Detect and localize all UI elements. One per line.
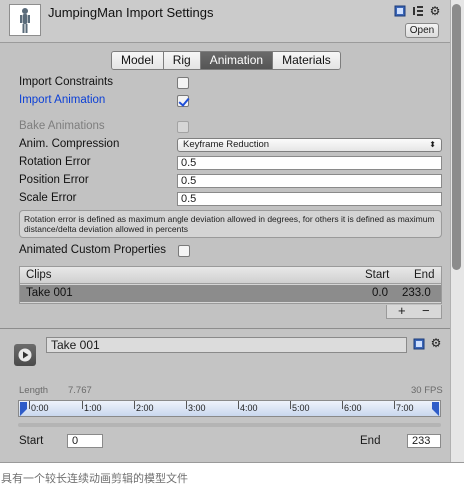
fps-label: 30 FPS	[411, 385, 443, 396]
import-constraints-label: Import Constraints	[19, 76, 113, 88]
scrollbar-thumb[interactable]	[452, 4, 461, 270]
timeline-tick	[290, 401, 291, 409]
clip-row[interactable]: Take 001 0.0 233.0	[20, 285, 441, 302]
scale-error-label: Scale Error	[19, 192, 77, 204]
timeline-label: 1:00	[84, 403, 102, 413]
timeline-label: 2:00	[136, 403, 154, 413]
animated-custom-properties-label: Animated Custom Properties	[19, 244, 167, 256]
timeline-tick	[394, 401, 395, 409]
end-frame-field[interactable]: 233	[407, 434, 441, 448]
position-error-label: Position Error	[19, 174, 89, 186]
import-constraints-checkbox[interactable]	[177, 77, 189, 89]
clip-start: 0.0	[372, 287, 388, 299]
timeline-label: 7:00	[396, 403, 414, 413]
start-label: Start	[19, 435, 44, 447]
anim-compression-dropdown[interactable]: Keyframe Reduction ⬍	[177, 138, 442, 152]
model-thumbnail	[9, 4, 41, 36]
import-animation-checkbox[interactable]	[177, 95, 189, 107]
tab-bar: Model Rig Animation Materials	[111, 51, 341, 70]
start-marker-icon[interactable]	[20, 402, 28, 416]
tab-materials[interactable]: Materials	[273, 52, 340, 69]
animated-custom-properties-checkbox[interactable]	[178, 245, 190, 257]
open-button[interactable]: Open	[405, 23, 439, 38]
inspector-title: JumpingMan Import Settings	[48, 5, 214, 20]
clips-header-end: End	[414, 269, 435, 281]
rotation-error-field[interactable]: 0.5	[177, 156, 442, 170]
timeline-label: 6:00	[344, 403, 362, 413]
rotation-error-label: Rotation Error	[19, 156, 91, 168]
length-value: 7.767	[68, 385, 92, 396]
clips-list: Clips Start End Take 001 0.0 233.0	[19, 266, 442, 304]
timeline-tick	[342, 401, 343, 409]
timeline-scrollbar[interactable]	[18, 423, 441, 427]
remove-clip-button[interactable]: −	[422, 304, 430, 317]
tab-model[interactable]: Model	[112, 52, 164, 69]
start-frame-field[interactable]: 0	[67, 434, 103, 448]
timeline-label: 3:00	[188, 403, 206, 413]
clips-header-name: Clips	[26, 269, 52, 281]
gear-icon[interactable]: ⚙	[430, 337, 442, 349]
book-icon[interactable]	[413, 338, 425, 350]
inspector-header: JumpingMan Import Settings ⚙ Open	[0, 0, 450, 43]
position-error-field[interactable]: 0.5	[177, 174, 442, 188]
timeline-label: 4:00	[240, 403, 258, 413]
clip-add-remove: + −	[386, 304, 442, 319]
add-clip-button[interactable]: +	[398, 304, 406, 317]
anim-compression-value: Keyframe Reduction	[183, 139, 270, 150]
clip-timeline[interactable]: 0:00 1:00 2:00 3:00 4:00 5:00 6:00 7:00	[18, 400, 441, 417]
end-marker-icon[interactable]	[431, 402, 439, 416]
book-icon[interactable]	[394, 5, 406, 17]
bake-animations-label: Bake Animations	[19, 120, 105, 132]
timeline-tick	[238, 401, 239, 409]
end-label: End	[360, 435, 381, 447]
timeline-label: 0:00	[31, 403, 49, 413]
bake-animations-checkbox	[177, 121, 189, 133]
timeline-tick	[82, 401, 83, 409]
dropdown-arrow-icon: ⬍	[429, 140, 436, 149]
length-label: Length	[19, 385, 49, 396]
timeline-tick	[29, 401, 30, 409]
tab-rig[interactable]: Rig	[163, 52, 201, 69]
play-button[interactable]	[14, 344, 36, 366]
import-animation-label: Import Animation	[19, 94, 106, 106]
timeline-tick	[186, 401, 187, 409]
figure-caption: 具有一个较长连续动画剪辑的模型文件	[1, 473, 188, 485]
tab-animation[interactable]: Animation	[200, 52, 274, 69]
inspector-panel: JumpingMan Import Settings ⚙ Open Model …	[0, 0, 464, 463]
clip-end: 233.0	[402, 287, 431, 299]
play-icon	[18, 348, 32, 362]
clip-name-field[interactable]: Take 001	[46, 337, 407, 353]
scale-error-field[interactable]: 0.5	[177, 192, 442, 206]
timeline-tick	[134, 401, 135, 409]
preset-icon[interactable]	[412, 5, 424, 17]
gear-icon[interactable]: ⚙	[429, 5, 441, 17]
timeline-label: 5:00	[292, 403, 310, 413]
anim-compression-label: Anim. Compression	[19, 138, 120, 150]
clip-name: Take 001	[26, 287, 73, 299]
clips-header-start: Start	[365, 269, 390, 281]
clips-header: Clips Start End	[20, 267, 441, 284]
compression-help-box: Rotation error is defined as maximum ang…	[19, 210, 442, 238]
